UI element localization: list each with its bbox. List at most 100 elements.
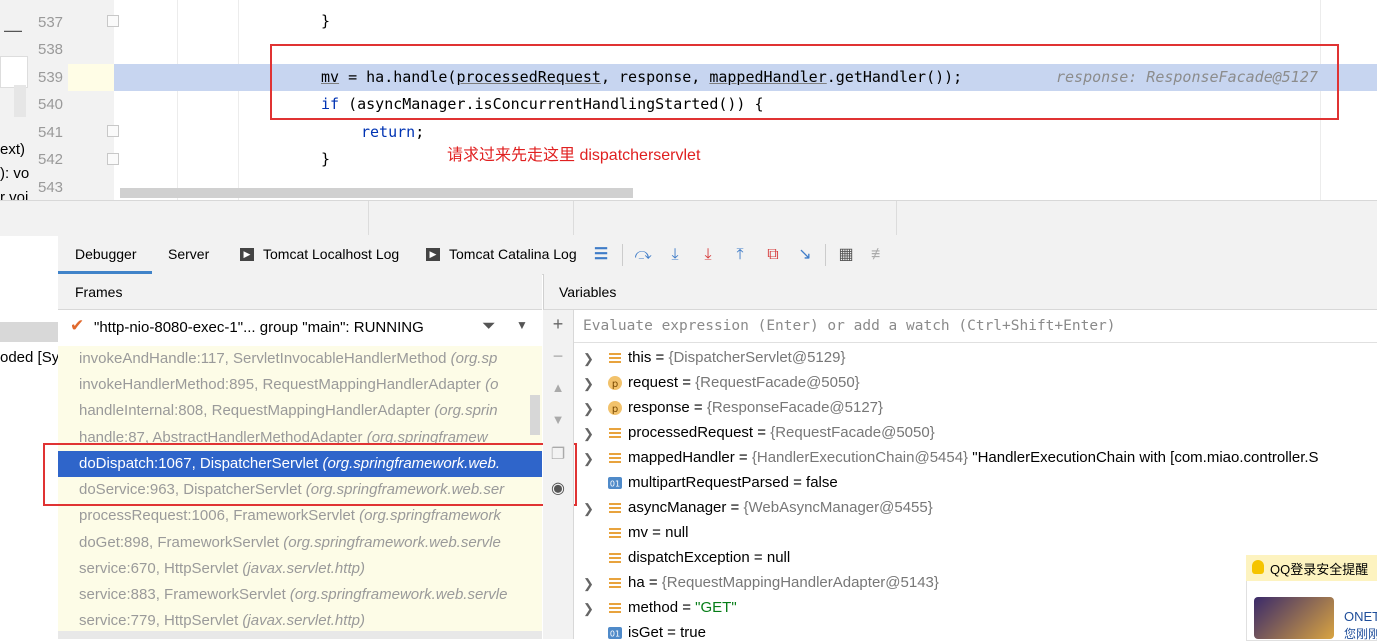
check-icon: ✔ <box>70 316 85 335</box>
chevron-right-icon[interactable]: ❯ <box>583 376 594 392</box>
eye-icon[interactable]: ◉ <box>549 478 567 498</box>
var-value: {RequestMappingHandlerAdapter@5143} <box>661 574 939 591</box>
variable-row[interactable]: this = {DispatcherServlet@5129} <box>628 349 845 366</box>
variable-row[interactable]: ha = {RequestMappingHandlerAdapter@5143} <box>628 574 939 591</box>
tab-debugger[interactable]: Debugger <box>75 246 137 262</box>
var-eq: = <box>749 549 767 566</box>
var-value: false <box>806 474 838 491</box>
chevron-right-icon[interactable]: ❯ <box>583 451 594 467</box>
var-eq: = <box>678 374 696 391</box>
var-value: {ResponseFacade@5127} <box>706 399 884 416</box>
frame-item[interactable]: handleInternal:808, RequestMappingHandle… <box>79 398 541 424</box>
frame-method: doGet:898, FrameworkServlet <box>79 534 284 551</box>
svg-text:01: 01 <box>610 480 620 489</box>
tab-server[interactable]: Server <box>168 246 209 262</box>
chevron-down-icon[interactable]: ▼ <box>516 318 528 332</box>
var-eq: = <box>644 574 662 591</box>
frame-item[interactable]: service:670, HttpServlet (javax.servlet.… <box>79 556 541 582</box>
toolbar-separator <box>622 244 623 266</box>
code-line-542: } <box>321 150 331 168</box>
frames-hscroll[interactable] <box>58 631 542 639</box>
variable-row[interactable]: multipartRequestParsed = false <box>628 474 838 491</box>
duplicate-icon[interactable]: ❐ <box>549 444 567 464</box>
variable-row[interactable]: asyncManager = {WebAsyncManager@5455} <box>628 499 933 516</box>
step-over-icon[interactable]: ⤼ <box>633 245 653 265</box>
frame-item[interactable]: processRequest:1006, FrameworkServlet (o… <box>79 503 541 529</box>
frame-item[interactable]: handle:87, AbstractHandlerMethodAdapter … <box>79 425 541 445</box>
fold-marker-icon[interactable] <box>107 15 119 27</box>
drop-frame-icon[interactable]: ⧉ <box>763 245 783 265</box>
boolean-icon: 01 <box>608 476 622 490</box>
frame-method: service:779, HttpServlet <box>79 612 243 629</box>
frame-method: processRequest:1006, FrameworkServlet <box>79 507 360 524</box>
frame-item[interactable]: invokeHandlerMethod:895, RequestMappingH… <box>79 372 541 398</box>
console-icon: ▶ <box>240 248 254 261</box>
chevron-right-icon[interactable]: ❯ <box>583 426 594 442</box>
svg-text:p: p <box>612 404 618 415</box>
var-eq: = <box>678 599 696 616</box>
side-scroll[interactable] <box>14 85 26 117</box>
fold-marker-icon[interactable] <box>107 153 119 165</box>
field-icon <box>608 351 622 365</box>
chevron-right-icon[interactable]: ❯ <box>583 401 594 417</box>
variable-row[interactable]: method = "GET" <box>628 599 737 616</box>
variable-row[interactable]: isGet = true <box>628 624 706 641</box>
frame-item[interactable]: invokeAndHandle:117, ServletInvocableHan… <box>79 346 541 372</box>
var-value: {RequestFacade@5050} <box>695 374 860 391</box>
frame-package: (o <box>485 376 499 393</box>
force-step-into-icon[interactable]: ⤓ <box>698 245 718 265</box>
variable-row[interactable]: response = {ResponseFacade@5127} <box>628 399 883 416</box>
chevron-right-icon[interactable]: ❯ <box>583 601 594 617</box>
qq-title: QQ登录安全提醒 <box>1270 562 1369 577</box>
chevron-right-icon[interactable]: ❯ <box>583 576 594 592</box>
step-into-icon[interactable]: ⤓ <box>665 245 685 265</box>
chevron-right-icon[interactable]: ❯ <box>583 501 594 517</box>
frames-title: Frames <box>75 284 123 300</box>
frame-method: service:883, FrameworkServlet <box>79 586 290 603</box>
collapse-icon[interactable]: — <box>0 20 26 44</box>
side-panel-icon[interactable] <box>0 56 28 88</box>
remove-watch-icon[interactable]: − <box>549 346 567 367</box>
variable-row[interactable]: mv = null <box>628 524 688 541</box>
frames-scrollbar[interactable] <box>530 395 540 435</box>
variable-row[interactable]: mappedHandler = {HandlerExecutionChain@5… <box>628 449 1319 466</box>
code-line-537: } <box>321 12 331 30</box>
var-value: {DispatcherServlet@5129} <box>668 349 846 366</box>
var-name: mappedHandler <box>628 449 735 466</box>
move-down-icon[interactable]: ▼ <box>549 412 567 427</box>
chevron-right-icon[interactable]: ❯ <box>583 351 594 367</box>
add-watch-icon[interactable]: + <box>549 314 567 335</box>
variable-row[interactable]: request = {RequestFacade@5050} <box>628 374 860 391</box>
move-up-icon[interactable]: ▲ <box>549 380 567 395</box>
trace-icon[interactable]: ≢ <box>869 245 889 265</box>
frame-item[interactable]: doGet:898, FrameworkServlet (org.springf… <box>79 530 541 556</box>
line-number: 537 <box>38 14 64 31</box>
parameter-icon: p <box>608 401 622 415</box>
qq-line1: ONET <box>1344 609 1377 624</box>
step-out-icon[interactable]: ⤒ <box>730 245 750 265</box>
horizontal-scrollbar[interactable] <box>120 188 633 198</box>
frame-package: (org.springframework.web.servle <box>283 534 501 551</box>
evaluate-icon[interactable]: ▦ <box>836 245 856 265</box>
line-number: 538 <box>38 41 64 58</box>
tool-window-divider <box>0 200 1377 238</box>
var-name: multipartRequestParsed <box>628 474 789 491</box>
svg-text:p: p <box>612 379 618 390</box>
field-icon <box>608 426 622 440</box>
frame-item[interactable]: service:883, FrameworkServlet (org.sprin… <box>79 582 541 608</box>
frame-method: invokeHandlerMethod:895, RequestMappingH… <box>79 376 486 393</box>
variable-row[interactable]: processedRequest = {RequestFacade@5050} <box>628 424 935 441</box>
svg-text:01: 01 <box>610 630 620 639</box>
fold-marker-icon[interactable] <box>107 125 119 137</box>
frame-package: (javax.servlet.http) <box>242 612 365 629</box>
tab-tomcat-catalina-log[interactable]: Tomcat Catalina Log <box>449 246 577 262</box>
variable-row[interactable]: dispatchException = null <box>628 549 790 566</box>
filter-icon[interactable]: ⏷ <box>482 316 496 336</box>
run-to-cursor-icon[interactable]: ↘ <box>795 245 815 265</box>
var-eq: = <box>648 524 666 541</box>
frame-package: (org.sprin <box>434 402 498 419</box>
var-eq: = <box>753 424 771 441</box>
parameter-icon: p <box>608 376 622 390</box>
menu-icon[interactable]: ☰ <box>591 245 611 265</box>
tab-tomcat-localhost-log[interactable]: Tomcat Localhost Log <box>263 246 399 262</box>
